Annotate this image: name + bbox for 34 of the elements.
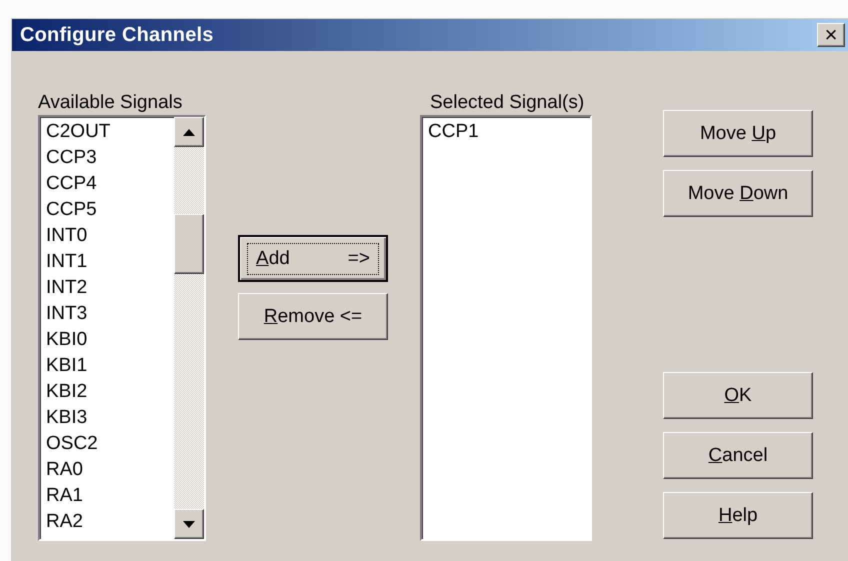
available-signals-list[interactable]: C2OUT CCP3 CCP4 CCP5 INT0 INT1 INT2 INT3 KBI0 KBI1 KBI2 KBI3 OSC2 RA0 RA1 RA2 (38, 115, 206, 541)
scroll-up-icon (183, 128, 195, 136)
list-item[interactable]: CCP4 (46, 171, 174, 197)
ok-button[interactable]: OK (663, 372, 813, 419)
list-item[interactable]: KBI2 (46, 379, 174, 405)
add-button[interactable]: Add => (238, 235, 388, 282)
list-item[interactable]: CCP5 (46, 197, 174, 223)
list-item[interactable]: CCP3 (46, 145, 174, 171)
list-label: Selected Signal(s) (429, 91, 586, 115)
list-item[interactable]: KBI0 (46, 327, 174, 353)
move-up-button[interactable]: Move Up (663, 110, 813, 157)
list-item[interactable]: KBI1 (46, 353, 174, 379)
list-item[interactable]: RA0 (46, 457, 174, 483)
list-item[interactable]: INT0 (46, 223, 174, 249)
cancel-button[interactable]: Cancel (663, 432, 813, 479)
list-item[interactable]: INT3 (46, 301, 174, 327)
list-label: Available Signals (38, 91, 184, 115)
close-button[interactable]: × (817, 23, 845, 47)
list-item[interactable]: CCP1 (428, 119, 590, 145)
list-item[interactable]: INT2 (46, 275, 174, 301)
list-item[interactable]: KBI3 (46, 405, 174, 431)
list-item[interactable]: C2OUT (46, 119, 174, 145)
list-item[interactable]: INT1 (46, 249, 174, 275)
move-down-button[interactable]: Move Down (663, 170, 813, 217)
list-item[interactable]: OSC2 (46, 431, 174, 457)
remove-button[interactable]: Remove <= (238, 293, 388, 340)
help-button[interactable]: Help (663, 492, 813, 539)
list-item[interactable]: RA2 (46, 509, 174, 535)
window-title: Configure Channels (20, 24, 214, 46)
selected-signals-list[interactable]: CCP1 (420, 115, 592, 541)
scroll-thumb[interactable] (174, 214, 204, 274)
scrollbar[interactable] (174, 117, 204, 539)
list-item[interactable]: RA1 (46, 483, 174, 509)
scroll-down-icon (183, 520, 195, 528)
